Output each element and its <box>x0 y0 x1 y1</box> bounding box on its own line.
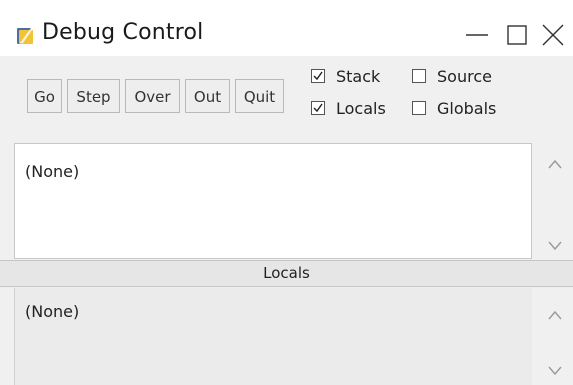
stack-checkbox-label: Stack <box>336 66 381 86</box>
over-button[interactable]: Over <box>125 79 180 113</box>
stack-scrollbar[interactable] <box>536 143 573 259</box>
chevron-up-icon[interactable] <box>547 306 563 320</box>
checkbox-box[interactable] <box>311 69 325 83</box>
stack-list-item[interactable]: (None) <box>25 162 79 181</box>
stack-list[interactable]: (None) <box>14 143 532 259</box>
close-icon[interactable] <box>540 22 566 48</box>
chevron-down-icon[interactable] <box>547 362 563 376</box>
go-button[interactable]: Go <box>27 79 62 113</box>
debug-toolbar: Go Step Over Out Quit Stack Source Local… <box>0 56 573 142</box>
stack-checkbox[interactable]: Stack <box>311 64 380 88</box>
checkbox-box[interactable] <box>311 101 325 115</box>
python-feather-icon <box>14 24 36 46</box>
checkbox-box[interactable] <box>412 101 426 115</box>
locals-header: Locals <box>0 260 573 287</box>
minimize-icon[interactable] <box>464 22 490 48</box>
globals-checkbox[interactable]: Globals <box>412 96 496 120</box>
chevron-down-icon[interactable] <box>547 237 563 251</box>
checkmark-icon <box>313 103 323 113</box>
step-button[interactable]: Step <box>67 79 120 113</box>
window-title: Debug Control <box>42 20 204 45</box>
globals-checkbox-label: Globals <box>437 98 497 118</box>
locals-checkbox-label: Locals <box>336 98 386 118</box>
locals-scrollbar[interactable] <box>536 288 573 385</box>
locals-list[interactable]: (None) <box>14 288 532 385</box>
locals-checkbox[interactable]: Locals <box>311 96 386 120</box>
title-bar: Debug Control <box>0 0 573 56</box>
checkbox-box[interactable] <box>412 69 426 83</box>
maximize-icon[interactable] <box>504 22 530 48</box>
source-checkbox[interactable]: Source <box>412 64 492 88</box>
locals-list-item[interactable]: (None) <box>25 302 79 321</box>
source-checkbox-label: Source <box>437 66 492 86</box>
chevron-up-icon[interactable] <box>547 155 563 169</box>
checkmark-icon <box>313 71 323 81</box>
out-button[interactable]: Out <box>185 79 230 113</box>
quit-button[interactable]: Quit <box>235 79 284 113</box>
